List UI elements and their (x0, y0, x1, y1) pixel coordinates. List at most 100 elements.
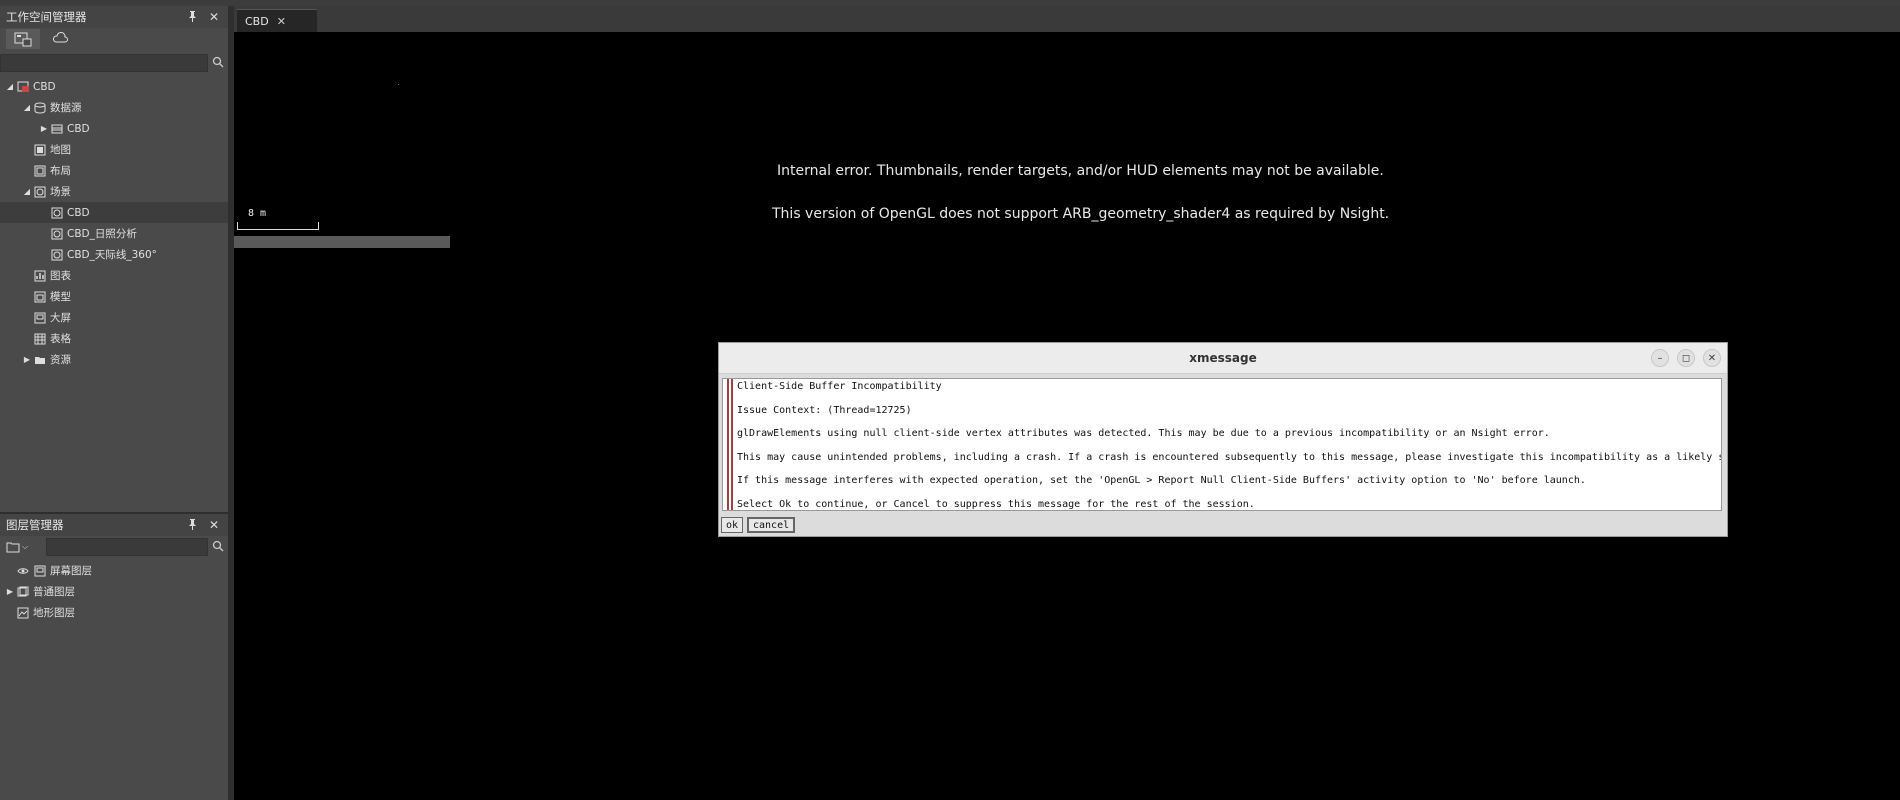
pin-icon[interactable] (184, 10, 200, 25)
layer-panel-title: 图层管理器 (6, 518, 64, 532)
datasource-icon (33, 102, 47, 114)
tree-item[interactable]: 模型 (0, 286, 228, 307)
message-line: Issue Context: (Thread=12725) (737, 404, 912, 416)
expanded-arrow-icon[interactable]: ◢ (21, 187, 33, 196)
scene-item-icon (50, 207, 64, 219)
collapsed-arrow-icon[interactable]: ▶ (4, 587, 16, 596)
layer-manager-panel: 图层管理器 ✕ ⌵ 屏幕图层 ▶ 普通图层地形图层 (0, 514, 228, 800)
viewport-dot (398, 84, 399, 85)
tree-item[interactable]: 图表 (0, 265, 228, 286)
dialog-titlebar[interactable]: xmessage – ◻ ✕ (719, 343, 1727, 374)
layer-tree: 屏幕图层 ▶ 普通图层地形图层 (0, 560, 228, 623)
layer-icon (16, 586, 30, 598)
expanded-arrow-icon[interactable]: ◢ (4, 82, 16, 91)
tree-item[interactable]: 布局 (0, 160, 228, 181)
layer-item-label: 地形图层 (33, 607, 75, 619)
ok-button[interactable]: ok (721, 517, 744, 533)
tree-item[interactable]: 表格 (0, 328, 228, 349)
status-bar-strip (234, 236, 450, 248)
tree-item-label: 布局 (50, 165, 71, 177)
tree-item[interactable]: ◢ 数据源 (0, 97, 228, 118)
cancel-button[interactable]: cancel (747, 517, 796, 533)
add-layer-button[interactable]: ⌵ (0, 541, 46, 553)
screen-icon (33, 312, 47, 324)
tree-item[interactable]: CBD_日照分析 (0, 223, 228, 244)
tree-item[interactable]: CBD_天际线_360° (0, 244, 228, 265)
tree-item[interactable]: ◢ 场景 (0, 181, 228, 202)
table-icon (33, 333, 47, 345)
tree-item-label: 地图 (50, 144, 71, 156)
message-line: glDrawElements using null client-side ve… (737, 428, 1550, 439)
layer-item[interactable]: 地形图层 (0, 602, 228, 623)
document-tab-bar: CBD ✕ (234, 6, 1900, 32)
collapsed-arrow-icon[interactable]: ▶ (21, 355, 33, 364)
xmessage-dialog: xmessage – ◻ ✕ Client-Side Buffer Incomp… (718, 342, 1728, 537)
tab-workspace-tree[interactable] (6, 29, 40, 49)
error-message-2: This version of OpenGL does not support … (772, 206, 1390, 222)
layout-icon (33, 165, 47, 177)
message-rail (727, 379, 733, 510)
maximize-button[interactable]: ◻ (1677, 349, 1695, 367)
message-line: Client-Side Buffer Incompatibility (737, 381, 942, 392)
layer-item-label: 屏幕图层 (50, 565, 92, 577)
layer-item[interactable]: 屏幕图层 (0, 560, 228, 581)
workspace-manager-panel: 工作空间管理器 ✕ ◢ CBD ◢ 数据源 ▶ CBD 地图布局 ◢ 场景 CBD CBD_日照分析… (0, 6, 228, 513)
tree-item[interactable]: 大屏 (0, 307, 228, 328)
tab-cbd[interactable]: CBD ✕ (237, 9, 317, 32)
workspace-tree-icon (14, 32, 32, 47)
tree-item-label: CBD (67, 206, 90, 219)
model-icon (33, 291, 47, 303)
scale-label: 8 m (248, 208, 267, 219)
tree-item-label: 模型 (50, 291, 71, 303)
expanded-arrow-icon[interactable]: ◢ (21, 103, 33, 112)
message-line: If this message interferes with expected… (737, 475, 1586, 486)
workspace-icon (16, 81, 30, 93)
tree-item[interactable]: 地图 (0, 139, 228, 160)
collapsed-arrow-icon[interactable]: ▶ (38, 124, 50, 133)
close-icon[interactable]: ✕ (206, 518, 222, 532)
message-line: This may cause unintended problems, incl… (737, 451, 1722, 463)
close-button[interactable]: ✕ (1703, 349, 1721, 367)
layer-panel-header: 图层管理器 ✕ (0, 514, 228, 536)
screen-icon (33, 565, 47, 577)
tree-item-label: 图表 (50, 270, 71, 282)
cloud-db-icon (52, 32, 68, 43)
close-tab-icon[interactable]: ✕ (277, 15, 286, 28)
search-icon[interactable] (208, 56, 228, 71)
tree-item-label: CBD_日照分析 (67, 228, 137, 240)
minimize-button[interactable]: – (1651, 349, 1669, 367)
tree-item-label: CBD (67, 122, 90, 135)
scale-bar (237, 222, 319, 230)
add-layer-icon (6, 542, 20, 553)
workspace-panel-title: 工作空间管理器 (6, 10, 87, 24)
tree-item[interactable]: ▶ CBD (0, 118, 228, 139)
search-icon[interactable] (208, 540, 228, 555)
chart-icon (33, 270, 47, 282)
tab-cloud-resources[interactable] (44, 29, 78, 49)
terrain-icon (16, 607, 30, 619)
map-icon (33, 144, 47, 156)
tree-item[interactable]: CBD (0, 202, 228, 223)
tree-item[interactable]: ▶ 资源 (0, 349, 228, 370)
chevron-down-icon: ⌵ (22, 542, 29, 551)
dialog-title: xmessage (1189, 351, 1257, 365)
workspace-search-input[interactable] (0, 54, 208, 72)
tree-item[interactable]: ◢ CBD (0, 76, 228, 97)
tree-item-label: 数据源 (50, 102, 82, 114)
error-message-1: Internal error. Thumbnails, render targe… (777, 163, 1384, 179)
scene-item-icon (50, 228, 64, 240)
workspace-panel-header: 工作空间管理器 ✕ (0, 6, 228, 28)
layer-search-input[interactable] (46, 538, 208, 556)
layer-item[interactable]: ▶ 普通图层 (0, 581, 228, 602)
workspace-search (0, 54, 228, 72)
database-icon (50, 123, 64, 135)
eye-icon[interactable] (16, 565, 30, 577)
message-text-area[interactable]: Client-Side Buffer Incompatibility Issue … (722, 378, 1722, 511)
tree-item-label: CBD_天际线_360° (67, 249, 157, 261)
tree-item-label: CBD (33, 80, 56, 93)
pin-icon[interactable] (184, 518, 200, 533)
folder-icon (33, 354, 47, 366)
scene-icon (33, 186, 47, 198)
close-icon[interactable]: ✕ (206, 10, 222, 24)
scene-item-icon (50, 249, 64, 261)
